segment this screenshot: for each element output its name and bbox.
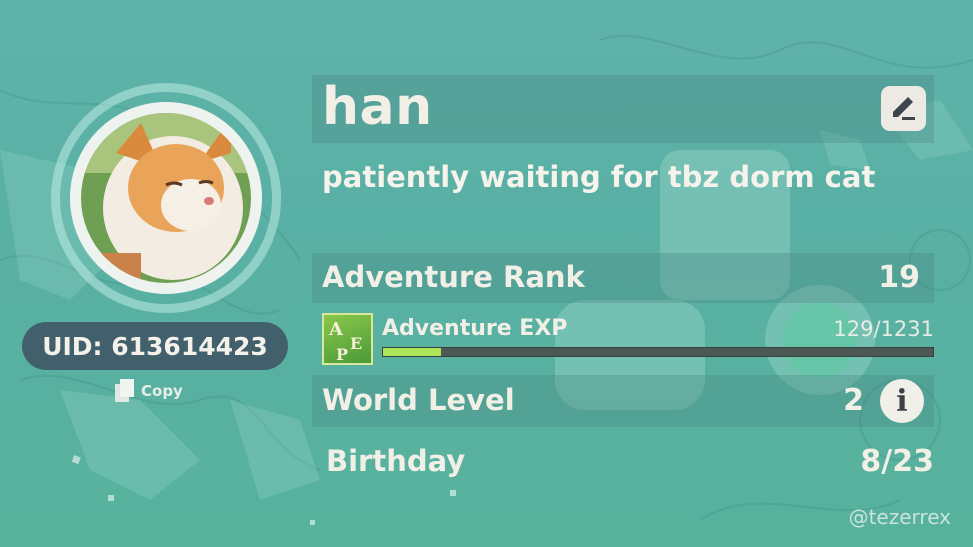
edit-profile-button[interactable] — [881, 86, 926, 131]
adventure-exp-bar — [382, 347, 934, 357]
adventure-exp-bar-fill — [383, 348, 441, 356]
watermark-text: @tezerrex — [848, 505, 951, 529]
player-name: han — [322, 77, 433, 137]
adventure-exp-row: A E P Adventure EXP 129/1231 — [312, 311, 934, 369]
world-level-label: World Level — [322, 383, 515, 417]
copy-label: Copy — [141, 382, 183, 400]
adventure-rank-row: Adventure Rank 19 — [312, 253, 934, 303]
cat-avatar-image — [81, 113, 251, 283]
adventure-exp-label: Adventure EXP — [382, 316, 568, 341]
copy-icon — [115, 379, 134, 402]
adventure-rank-label: Adventure Rank — [322, 260, 585, 294]
name-row: han — [312, 75, 934, 143]
pencil-icon — [893, 97, 915, 120]
adventure-rank-value: 19 — [878, 260, 920, 295]
exp-icon-letter-a: A — [328, 319, 344, 340]
exp-icon-letter-p: P — [336, 345, 348, 363]
adventure-exp-icon: A E P — [322, 313, 373, 365]
world-level-row: World Level 2 i — [312, 375, 934, 427]
birthday-label: Birthday — [326, 444, 466, 478]
signature-text: patiently waiting for tbz dorm cat — [322, 160, 876, 194]
avatar[interactable] — [81, 113, 251, 283]
birthday-value: 8/23 — [860, 444, 934, 479]
world-level-info-button[interactable]: i — [880, 379, 924, 423]
birthday-row: Birthday 8/23 — [312, 440, 934, 486]
adventure-exp-value: 129/1231 — [833, 317, 934, 341]
world-level-value: 2 — [843, 383, 864, 418]
avatar-frame — [51, 83, 281, 313]
uid-text: UID: 613614423 — [42, 331, 268, 361]
copy-uid-button[interactable]: Copy — [113, 378, 183, 404]
info-icon: i — [896, 383, 908, 419]
adventure-exp-emblem: A E P — [328, 319, 362, 364]
exp-icon-letter-e: E — [350, 334, 362, 353]
uid-badge: UID: 613614423 — [22, 322, 288, 370]
